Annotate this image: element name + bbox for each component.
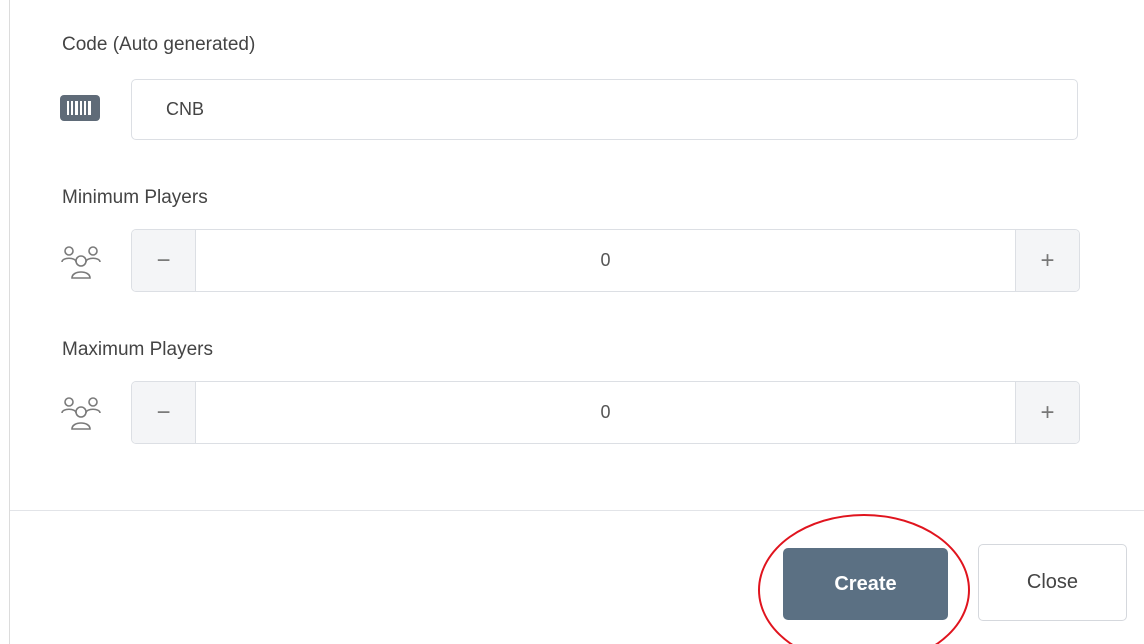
users-icon	[60, 393, 104, 433]
min-players-label: Minimum Players	[62, 187, 208, 208]
users-icon	[60, 242, 104, 282]
min-players-value[interactable]: 0	[196, 230, 1015, 291]
code-label: Code (Auto generated)	[62, 34, 256, 55]
close-button[interactable]: Close	[978, 544, 1127, 621]
min-players-increment-button[interactable]: +	[1015, 230, 1079, 291]
max-players-decrement-button[interactable]: −	[132, 382, 196, 443]
modal-left-border	[9, 0, 10, 644]
footer-divider	[10, 510, 1144, 511]
max-players-label: Maximum Players	[62, 339, 213, 360]
modal-form: Code (Auto generated) Minimum Players − …	[0, 0, 1144, 644]
min-players-decrement-button[interactable]: −	[132, 230, 196, 291]
code-input[interactable]	[131, 79, 1078, 140]
barcode-icon	[60, 88, 104, 128]
max-players-value[interactable]: 0	[196, 382, 1015, 443]
create-button[interactable]: Create	[783, 548, 948, 620]
min-players-stepper: − 0 +	[131, 229, 1080, 292]
max-players-increment-button[interactable]: +	[1015, 382, 1079, 443]
max-players-stepper: − 0 +	[131, 381, 1080, 444]
